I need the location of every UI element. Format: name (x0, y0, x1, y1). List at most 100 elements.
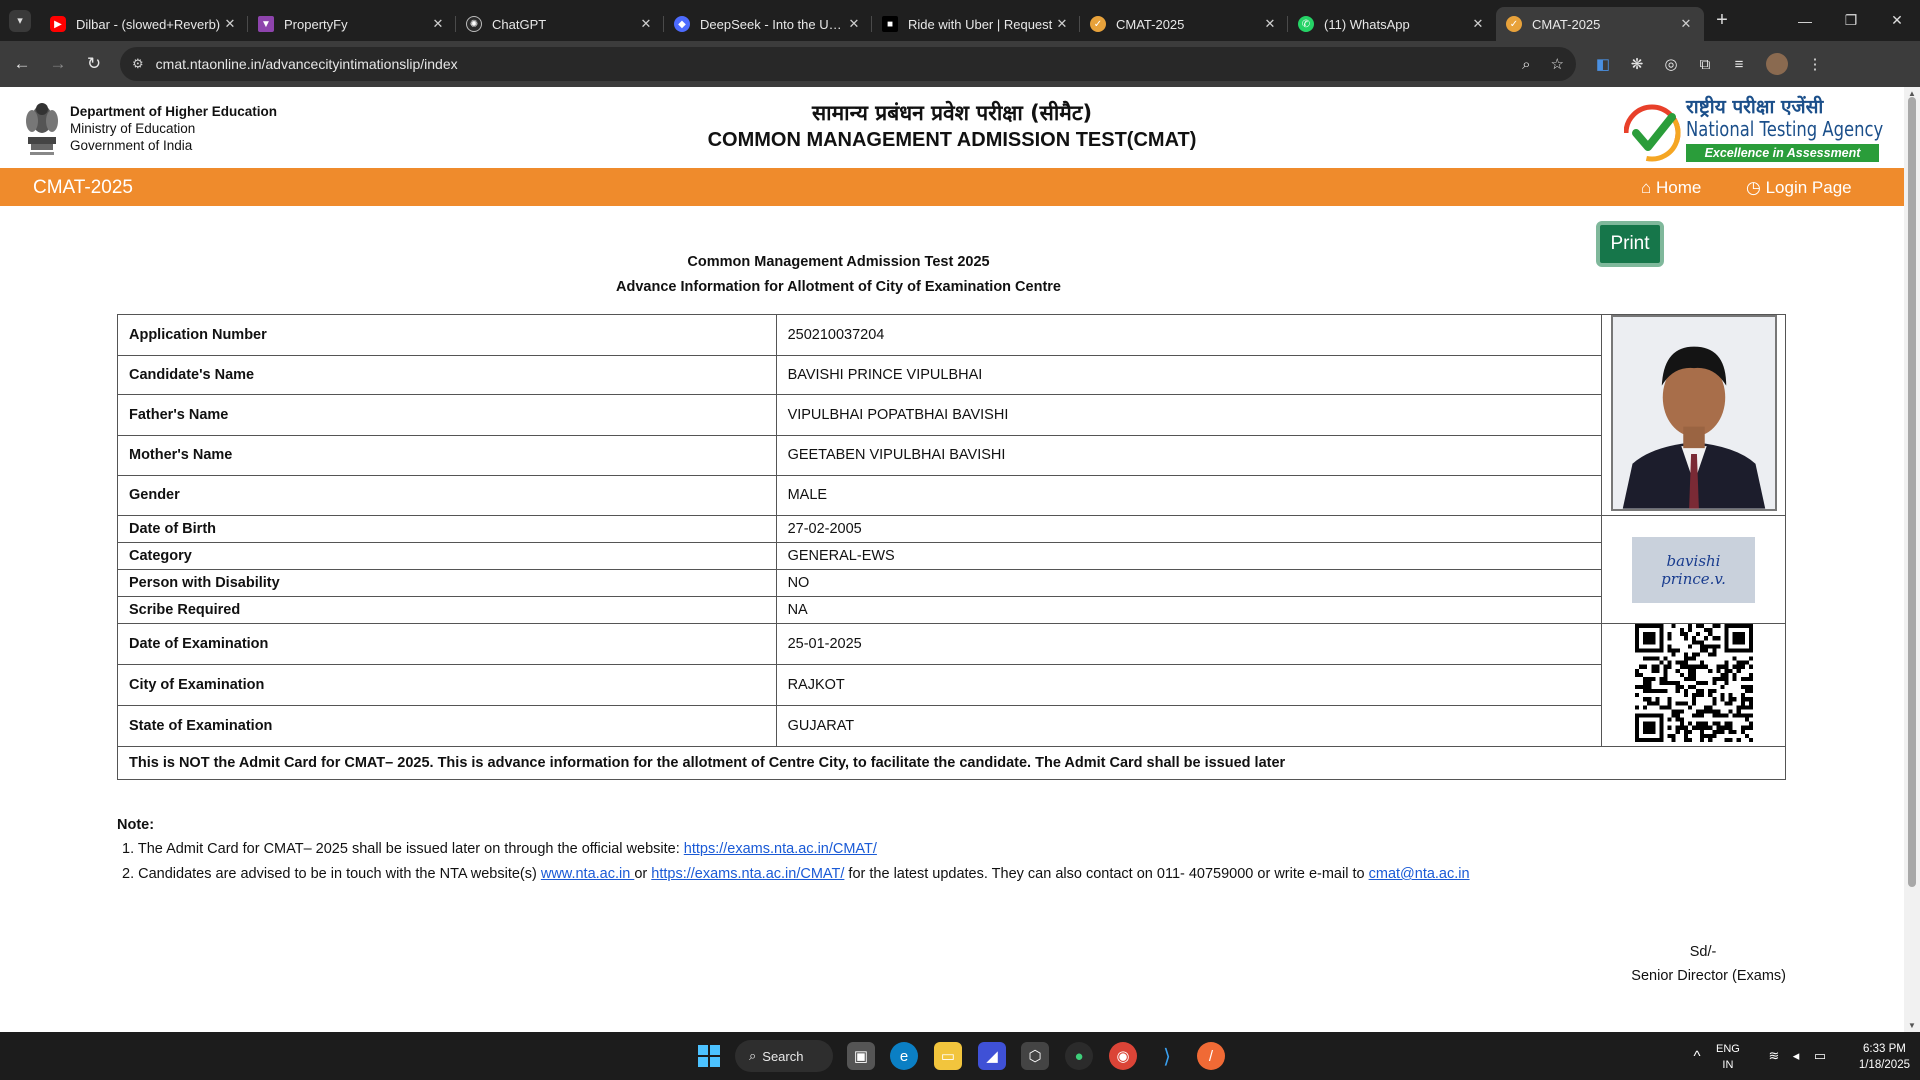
restore-icon[interactable]: ❐ (1828, 0, 1874, 41)
scroll-down-icon[interactable]: ▼ (1904, 1021, 1920, 1030)
uber-icon: ■ (882, 16, 898, 32)
taskbar-search[interactable]: ⌕ Search (735, 1040, 833, 1072)
email-link[interactable]: cmat@nta.ac.in (1369, 866, 1470, 882)
new-tab-button[interactable]: + (1704, 9, 1740, 32)
search-icon: ⌕ (749, 1048, 757, 1063)
note-item-2-text: 2. Candidates are advised to be in touch… (122, 866, 541, 882)
minimize-icon[interactable]: — (1782, 0, 1828, 41)
close-icon[interactable]: ✕ (222, 16, 238, 32)
nav-home-link[interactable]: ⌂ Home (1641, 178, 1701, 198)
close-window-icon[interactable]: ✕ (1874, 0, 1920, 41)
nta-website-link[interactable]: www.nta.ac.in (541, 866, 635, 882)
browser-toolbar: ← → ↻ ⚙ cmat.ntaonline.in/advancecityint… (0, 41, 1920, 87)
row-value: GUJARAT (775, 705, 1603, 747)
signoff-block: Sd/- Senior Director (Exams) (1620, 940, 1786, 988)
tab-propertyfy[interactable]: ▼ PropertyFy ✕ (248, 7, 456, 41)
close-icon[interactable]: ✕ (1678, 16, 1694, 32)
document-title-line-2: Advance Information for Allotment of Cit… (616, 278, 1061, 295)
profile-avatar[interactable] (1766, 53, 1788, 75)
clock-icon: ◷ (1746, 178, 1761, 197)
url-text[interactable]: cmat.ntaonline.in/advancecityintimations… (156, 56, 1502, 72)
site-info-icon[interactable]: ⚙ (132, 56, 144, 72)
reload-icon[interactable]: ↻ (76, 46, 112, 82)
chrome-icon[interactable]: ◉ (1109, 1042, 1137, 1070)
language-indicator[interactable]: ENG IN (1716, 1041, 1740, 1073)
print-button[interactable]: Print (1596, 221, 1664, 267)
nav-home-label: Home (1656, 178, 1702, 197)
media-control-icon[interactable]: ≡ (1722, 47, 1756, 81)
tab-title: Dilbar - (slowed+Reverb) (76, 16, 221, 32)
tab-cmat-active[interactable]: ✓ CMAT-2025 ✕ (1496, 7, 1704, 41)
row-value: 27-02-2005 (775, 515, 1603, 543)
photo-cell (1601, 314, 1786, 516)
back-icon[interactable]: ← (4, 46, 40, 82)
table-row: Date of Birth 27-02-2005 bavishi prince.… (117, 515, 1786, 624)
zoom-icon[interactable]: ⌕ (1522, 56, 1530, 73)
row-label: Mother's Name (117, 434, 777, 476)
vscode-icon[interactable]: ⟩ (1153, 1042, 1181, 1070)
row-label: Category (117, 542, 777, 570)
cmat-website-link-2[interactable]: https://exams.nta.ac.in/CMAT/ (651, 866, 844, 882)
extension-puzzle-icon-2[interactable]: ❋ (1620, 47, 1654, 81)
close-icon[interactable]: ✕ (1054, 16, 1070, 32)
tab-cmat-1[interactable]: ✓ CMAT-2025 ✕ (1080, 7, 1288, 41)
close-icon[interactable]: ✕ (1470, 16, 1486, 32)
forward-icon[interactable]: → (40, 46, 76, 82)
app-icon-drop[interactable]: ● (1065, 1042, 1093, 1070)
tab-title: DeepSeek - Into the Unkn (700, 16, 846, 32)
menu-kebab-icon[interactable]: ⋮ (1798, 47, 1832, 81)
clock-date: 1/18/2025 (1858, 1059, 1910, 1071)
extension-icon[interactable]: ◧ (1586, 47, 1620, 81)
tab-title: Ride with Uber | Request (908, 16, 1053, 32)
deepseek-icon: ◆ (674, 16, 690, 32)
note-item-1-text: 1. The Admit Card for CMAT– 2025 shall b… (122, 841, 684, 857)
task-view-icon[interactable]: ▣ (847, 1042, 875, 1070)
app-icon-hex[interactable]: ⬡ (1021, 1042, 1049, 1070)
close-icon[interactable]: ✕ (430, 16, 446, 32)
system-clock[interactable]: 6:33 PM 1/18/2025 (1859, 1041, 1910, 1073)
note-item-1: 1. The Admit Card for CMAT– 2025 shall b… (122, 840, 1470, 858)
extensions-icon[interactable]: ⧉ (1688, 47, 1722, 81)
bookmark-star-icon[interactable]: ☆ (1551, 55, 1564, 73)
page-scrollbar[interactable]: ▲ ▼ (1904, 87, 1920, 1032)
address-bar[interactable]: ⚙ cmat.ntaonline.in/advancecityintimatio… (120, 47, 1576, 81)
close-icon[interactable]: ✕ (1262, 16, 1278, 32)
tab-uber[interactable]: ■ Ride with Uber | Request ✕ (872, 7, 1080, 41)
youtube-icon: ▶ (50, 16, 66, 32)
app-icon-blue[interactable]: ◢ (978, 1042, 1006, 1070)
edge-icon[interactable]: e (890, 1042, 918, 1070)
close-icon[interactable]: ✕ (638, 16, 654, 32)
chatgpt-icon: ✺ (466, 16, 482, 32)
nav-login-link[interactable]: ◷ Login Page (1746, 178, 1852, 198)
row-label: Person with Disability (117, 569, 777, 597)
extension-target-icon[interactable]: ◎ (1654, 47, 1688, 81)
row-value: 250210037204 (775, 313, 1603, 357)
windows-start-icon[interactable] (695, 1042, 723, 1070)
scrollbar-thumb[interactable] (1908, 97, 1916, 887)
navbar-brand[interactable]: CMAT-2025 (33, 177, 133, 199)
tab-youtube[interactable]: ▶ Dilbar - (slowed+Reverb) ✕ (40, 7, 248, 41)
tab-whatsapp[interactable]: ✆ (11) WhatsApp ✕ (1288, 7, 1496, 41)
title-english: COMMON MANAGEMENT ADMISSION TEST(CMAT) (707, 129, 1197, 151)
row-value: BAVISHI PRINCE VIPULBHAI (775, 355, 1603, 396)
tab-search-button[interactable]: ▾ (9, 9, 31, 32)
site-header: Department of Higher Education Ministry … (0, 87, 1904, 168)
tray-chevron-icon[interactable]: ^ (1683, 1042, 1711, 1070)
row-value: GEETABEN VIPULBHAI BAVISHI (775, 434, 1603, 476)
tab-deepseek[interactable]: ◆ DeepSeek - Into the Unkn ✕ (664, 7, 872, 41)
row-value: VIPULBHAI POPATBHAI BAVISHI (775, 394, 1603, 436)
file-explorer-icon[interactable]: ▭ (934, 1042, 962, 1070)
tab-chatgpt[interactable]: ✺ ChatGPT ✕ (456, 7, 664, 41)
candidate-info-table: Application Number 250210037204 Candidat… (117, 313, 1786, 780)
exam-title-block: सामान्य प्रबंधन प्रवेश परीक्षा (सीमैट) C… (0, 87, 1904, 152)
nta-tagline: Excellence in Assessment (1686, 144, 1879, 162)
nta-logo: राष्ट्रीय परीक्षा एजेंसी National Testin… (1624, 93, 1883, 165)
row-label: Father's Name (117, 394, 777, 436)
battery-icon[interactable]: ▭ (1806, 1042, 1834, 1070)
nta-icon: ✓ (1090, 16, 1106, 32)
cmat-website-link[interactable]: https://exams.nta.ac.in/CMAT/ (684, 841, 877, 857)
close-icon[interactable]: ✕ (846, 16, 862, 32)
lang-line-1: ENG (1716, 1043, 1740, 1055)
app-icon-orange[interactable]: / (1197, 1042, 1225, 1070)
note-item-2-mid: for the latest updates. They can also co… (844, 866, 1369, 882)
